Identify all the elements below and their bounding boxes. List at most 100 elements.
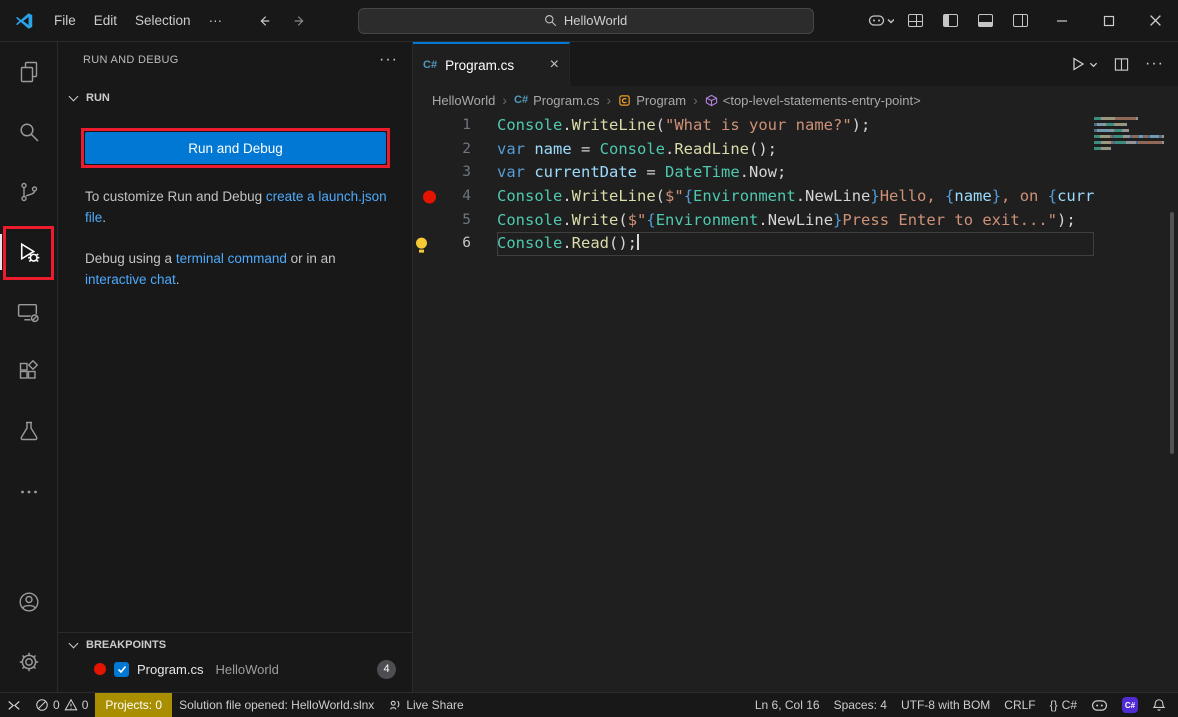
- run-section-header[interactable]: RUN: [70, 92, 110, 104]
- tab-close-icon[interactable]: ×: [550, 57, 559, 73]
- testing-icon[interactable]: [0, 402, 57, 462]
- more-views-icon[interactable]: [0, 462, 57, 522]
- code-line[interactable]: 3var currentDate = DateTime.Now;: [413, 161, 1094, 185]
- minimize-button[interactable]: [1039, 0, 1084, 41]
- search-sidebar-icon[interactable]: [0, 102, 57, 162]
- menu-edit[interactable]: Edit: [85, 9, 126, 32]
- extensions-icon[interactable]: [0, 342, 57, 402]
- symbol-namespace-icon: [705, 94, 718, 107]
- warning-count: 0: [82, 698, 89, 712]
- account-icon[interactable]: [0, 572, 57, 632]
- breakpoint-list-item[interactable]: Program.cs HelloWorld 4: [58, 657, 412, 681]
- braces-icon: {}: [1050, 698, 1058, 712]
- code-line[interactable]: 5Console.Write($"{Environment.NewLine}Pr…: [413, 209, 1094, 233]
- remote-indicator-icon[interactable]: [0, 693, 28, 717]
- eol-status[interactable]: CRLF: [997, 693, 1042, 717]
- tab-program-cs[interactable]: C# Program.cs ×: [413, 42, 570, 86]
- command-center-search[interactable]: HelloWorld: [358, 8, 814, 34]
- line-number: 1: [413, 114, 497, 138]
- indentation-status[interactable]: Spaces: 4: [827, 693, 894, 717]
- editor-scrollbar[interactable]: [1170, 212, 1174, 454]
- settings-gear-icon[interactable]: [0, 632, 57, 692]
- vscode-logo-icon: [13, 10, 35, 32]
- back-arrow-icon[interactable]: [257, 14, 271, 28]
- breadcrumb-separator: ›: [693, 92, 698, 108]
- line-number: 3: [413, 161, 497, 185]
- close-window-button[interactable]: [1133, 0, 1178, 41]
- code-line[interactable]: 1Console.WriteLine("What is your name?")…: [413, 114, 1094, 138]
- code-text[interactable]: var name = Console.ReadLine();: [497, 138, 1094, 162]
- run-and-debug-sidebar: RUN AND DEBUG ··· RUN Run and Debug To c…: [58, 42, 413, 692]
- breadcrumb-entry-point[interactable]: <top-level-statements-entry-point>: [705, 93, 921, 108]
- sidebar-more-actions-icon[interactable]: ···: [379, 51, 398, 69]
- live-share-status[interactable]: Live Share: [381, 693, 470, 717]
- explorer-icon[interactable]: [0, 42, 57, 102]
- breakpoint-file-label: Program.cs: [137, 662, 203, 677]
- breakpoint-checkbox[interactable]: [114, 662, 129, 677]
- code-line[interactable]: 2var name = Console.ReadLine();: [413, 138, 1094, 162]
- minimap[interactable]: [1094, 114, 1164, 153]
- code-text[interactable]: Console.Write($"{Environment.NewLine}Pre…: [497, 209, 1094, 233]
- run-or-debug-button[interactable]: [1070, 56, 1098, 72]
- copilot-chat-icon[interactable]: [864, 6, 897, 36]
- code-text[interactable]: var currentDate = DateTime.Now;: [497, 161, 1094, 185]
- editor-gutter[interactable]: 1: [413, 114, 497, 138]
- editor-gutter[interactable]: 3: [413, 161, 497, 185]
- search-icon: [544, 14, 557, 27]
- cursor-position-status[interactable]: Ln 6, Col 16: [748, 693, 827, 717]
- breakpoint-dot[interactable]: [423, 190, 436, 203]
- symbol-class-icon: [618, 94, 631, 107]
- maximize-button[interactable]: [1086, 0, 1131, 41]
- code-text[interactable]: Console.Read();: [497, 232, 1094, 256]
- editor-gutter[interactable]: 6: [413, 232, 497, 256]
- menu-selection[interactable]: Selection: [126, 9, 200, 32]
- toggle-secondary-sidebar-icon[interactable]: [1004, 6, 1037, 36]
- code-line[interactable]: 4Console.WriteLine($"{Environment.NewLin…: [413, 185, 1094, 209]
- code-editor[interactable]: 1Console.WriteLine("What is your name?")…: [413, 114, 1094, 692]
- breadcrumb-separator: ›: [502, 92, 507, 108]
- breakpoints-section-header[interactable]: BREAKPOINTS: [58, 633, 412, 657]
- terminal-command-link[interactable]: terminal command: [176, 251, 287, 266]
- editor-gutter[interactable]: 4: [413, 185, 497, 209]
- lightbulb-icon[interactable]: [416, 238, 427, 249]
- breakpoint-project-label: HelloWorld: [215, 662, 278, 677]
- breadcrumb-project[interactable]: HelloWorld: [432, 93, 495, 108]
- projects-status-badge[interactable]: Projects: 0: [95, 693, 172, 717]
- error-icon: [35, 698, 49, 712]
- line-number: 2: [413, 138, 497, 162]
- code-text[interactable]: Console.WriteLine("What is your name?");: [497, 114, 1094, 138]
- problems-status[interactable]: 0 0: [28, 693, 95, 717]
- editor-gutter[interactable]: 5: [413, 209, 497, 233]
- breadcrumb-class[interactable]: Program: [618, 93, 686, 108]
- breadcrumb-file[interactable]: C#Program.cs: [514, 93, 600, 108]
- language-mode-status[interactable]: {} C#: [1043, 693, 1084, 717]
- source-control-icon[interactable]: [0, 162, 57, 222]
- menu-file[interactable]: File: [45, 9, 85, 32]
- warning-icon: [64, 698, 78, 712]
- code-line[interactable]: 6Console.Read();: [413, 232, 1094, 256]
- interactive-chat-link[interactable]: interactive chat: [85, 272, 176, 287]
- run-debug-icon[interactable]: [0, 222, 57, 282]
- editor-more-actions-icon[interactable]: ···: [1145, 55, 1164, 73]
- run-and-debug-button[interactable]: Run and Debug: [85, 132, 386, 164]
- code-text[interactable]: Console.WriteLine($"{Environment.NewLine…: [497, 185, 1094, 209]
- solution-status-message[interactable]: Solution file opened: HelloWorld.slnx: [172, 693, 381, 717]
- csharp-devkit-status-icon[interactable]: C#: [1115, 693, 1145, 717]
- encoding-status[interactable]: UTF-8 with BOM: [894, 693, 997, 717]
- menu-more[interactable]: ···: [200, 9, 232, 32]
- toggle-primary-sidebar-icon[interactable]: [934, 6, 967, 36]
- split-editor-icon[interactable]: [1114, 57, 1129, 72]
- forward-arrow-icon[interactable]: [293, 14, 307, 28]
- breakpoint-count-badge: 4: [377, 660, 396, 679]
- chevron-down-icon: [69, 91, 79, 101]
- copilot-status-icon[interactable]: [1084, 693, 1115, 717]
- search-value: HelloWorld: [564, 13, 627, 28]
- toggle-panel-icon[interactable]: [969, 6, 1002, 36]
- csharp-file-icon: C#: [514, 94, 528, 106]
- customize-layout-icon[interactable]: [899, 6, 932, 36]
- editor-gutter[interactable]: 2: [413, 138, 497, 162]
- notifications-bell-icon[interactable]: [1145, 693, 1178, 717]
- editor-tab-bar: C# Program.cs × ···: [413, 42, 1178, 86]
- chevron-down-icon: [69, 638, 79, 648]
- remote-explorer-icon[interactable]: [0, 282, 57, 342]
